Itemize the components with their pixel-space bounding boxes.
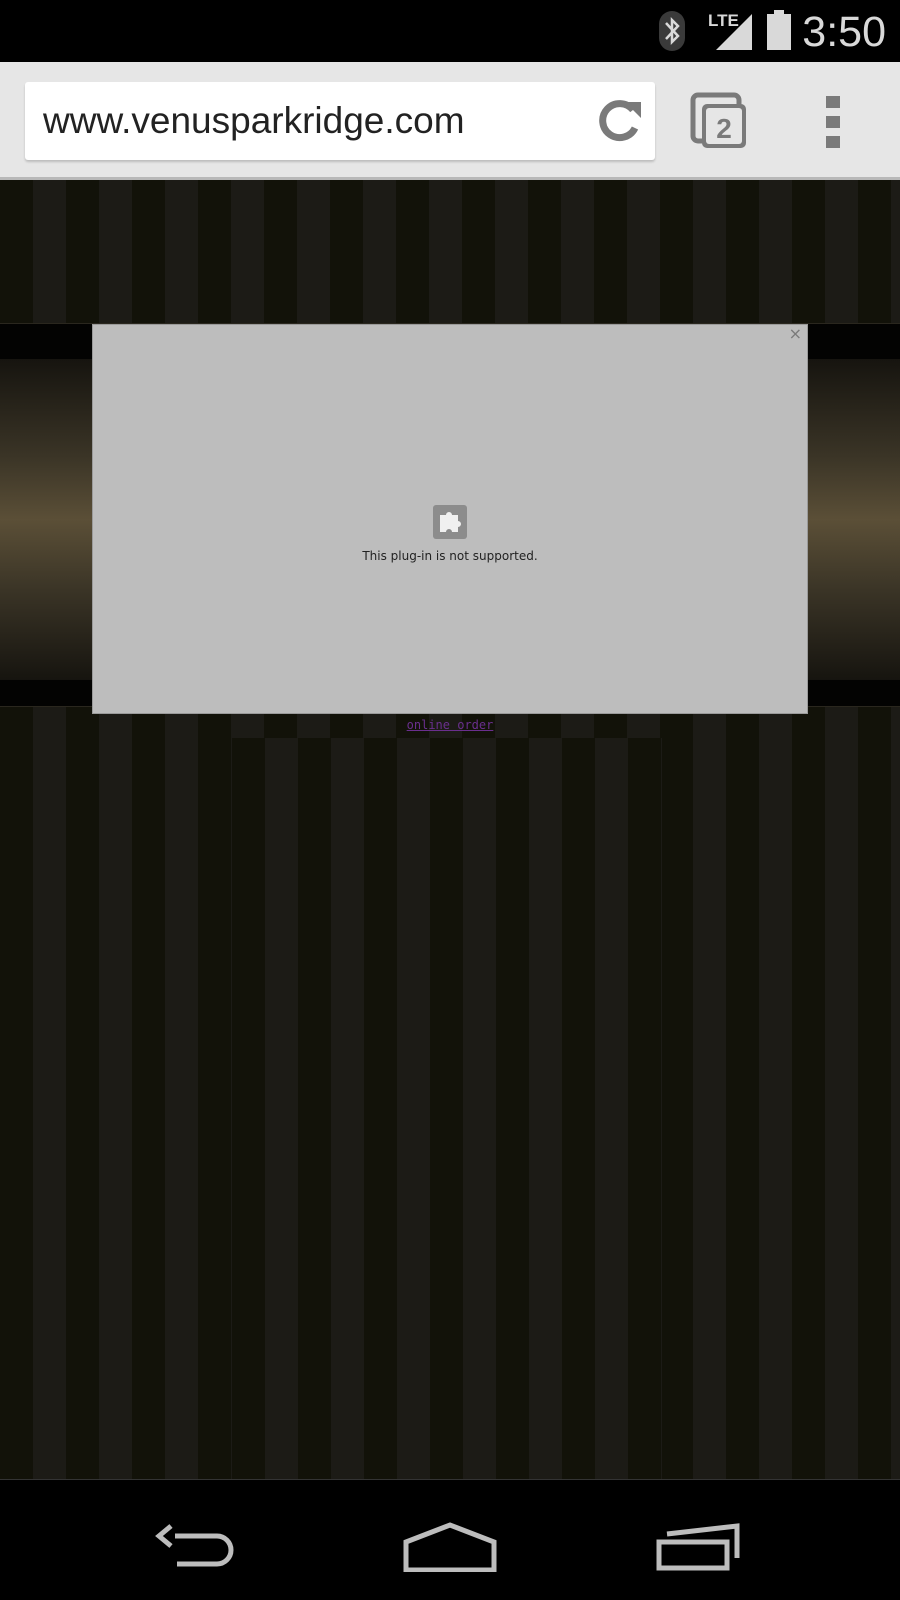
browser-toolbar: www.venusparkridge.com 2: [0, 62, 900, 180]
url-text[interactable]: www.venusparkridge.com: [43, 100, 465, 142]
url-bar[interactable]: www.venusparkridge.com: [25, 82, 655, 160]
content-column: [232, 738, 662, 1479]
close-icon[interactable]: ×: [789, 325, 802, 343]
battery-icon: [767, 10, 791, 50]
back-icon[interactable]: [155, 1522, 245, 1572]
home-icon[interactable]: [403, 1522, 497, 1572]
plugin-not-supported-message: This plug-in is not supported.: [362, 549, 538, 563]
status-bar: LTE 3:50: [0, 0, 900, 62]
tab-switcher-icon: 2: [690, 92, 746, 148]
reload-icon[interactable]: [595, 98, 643, 146]
web-page[interactable]: × This plug-in is not supported. online …: [0, 180, 900, 1479]
unsupported-plugin-panel[interactable]: × This plug-in is not supported.: [92, 324, 808, 714]
bluetooth-icon: [659, 11, 685, 51]
svg-text:LTE: LTE: [708, 11, 739, 30]
lte-signal-icon: LTE: [708, 11, 752, 50]
online-order-link[interactable]: online order: [0, 718, 900, 732]
tab-switcher-button[interactable]: 2: [690, 92, 750, 152]
navigation-bar: [0, 1480, 900, 1600]
puzzle-piece-icon: [433, 505, 467, 539]
recent-apps-icon[interactable]: [655, 1522, 745, 1572]
overflow-menu-button[interactable]: [818, 92, 848, 152]
status-clock: 3:50: [802, 8, 886, 56]
overflow-menu-icon: [826, 96, 840, 148]
tab-count: 2: [716, 113, 732, 144]
